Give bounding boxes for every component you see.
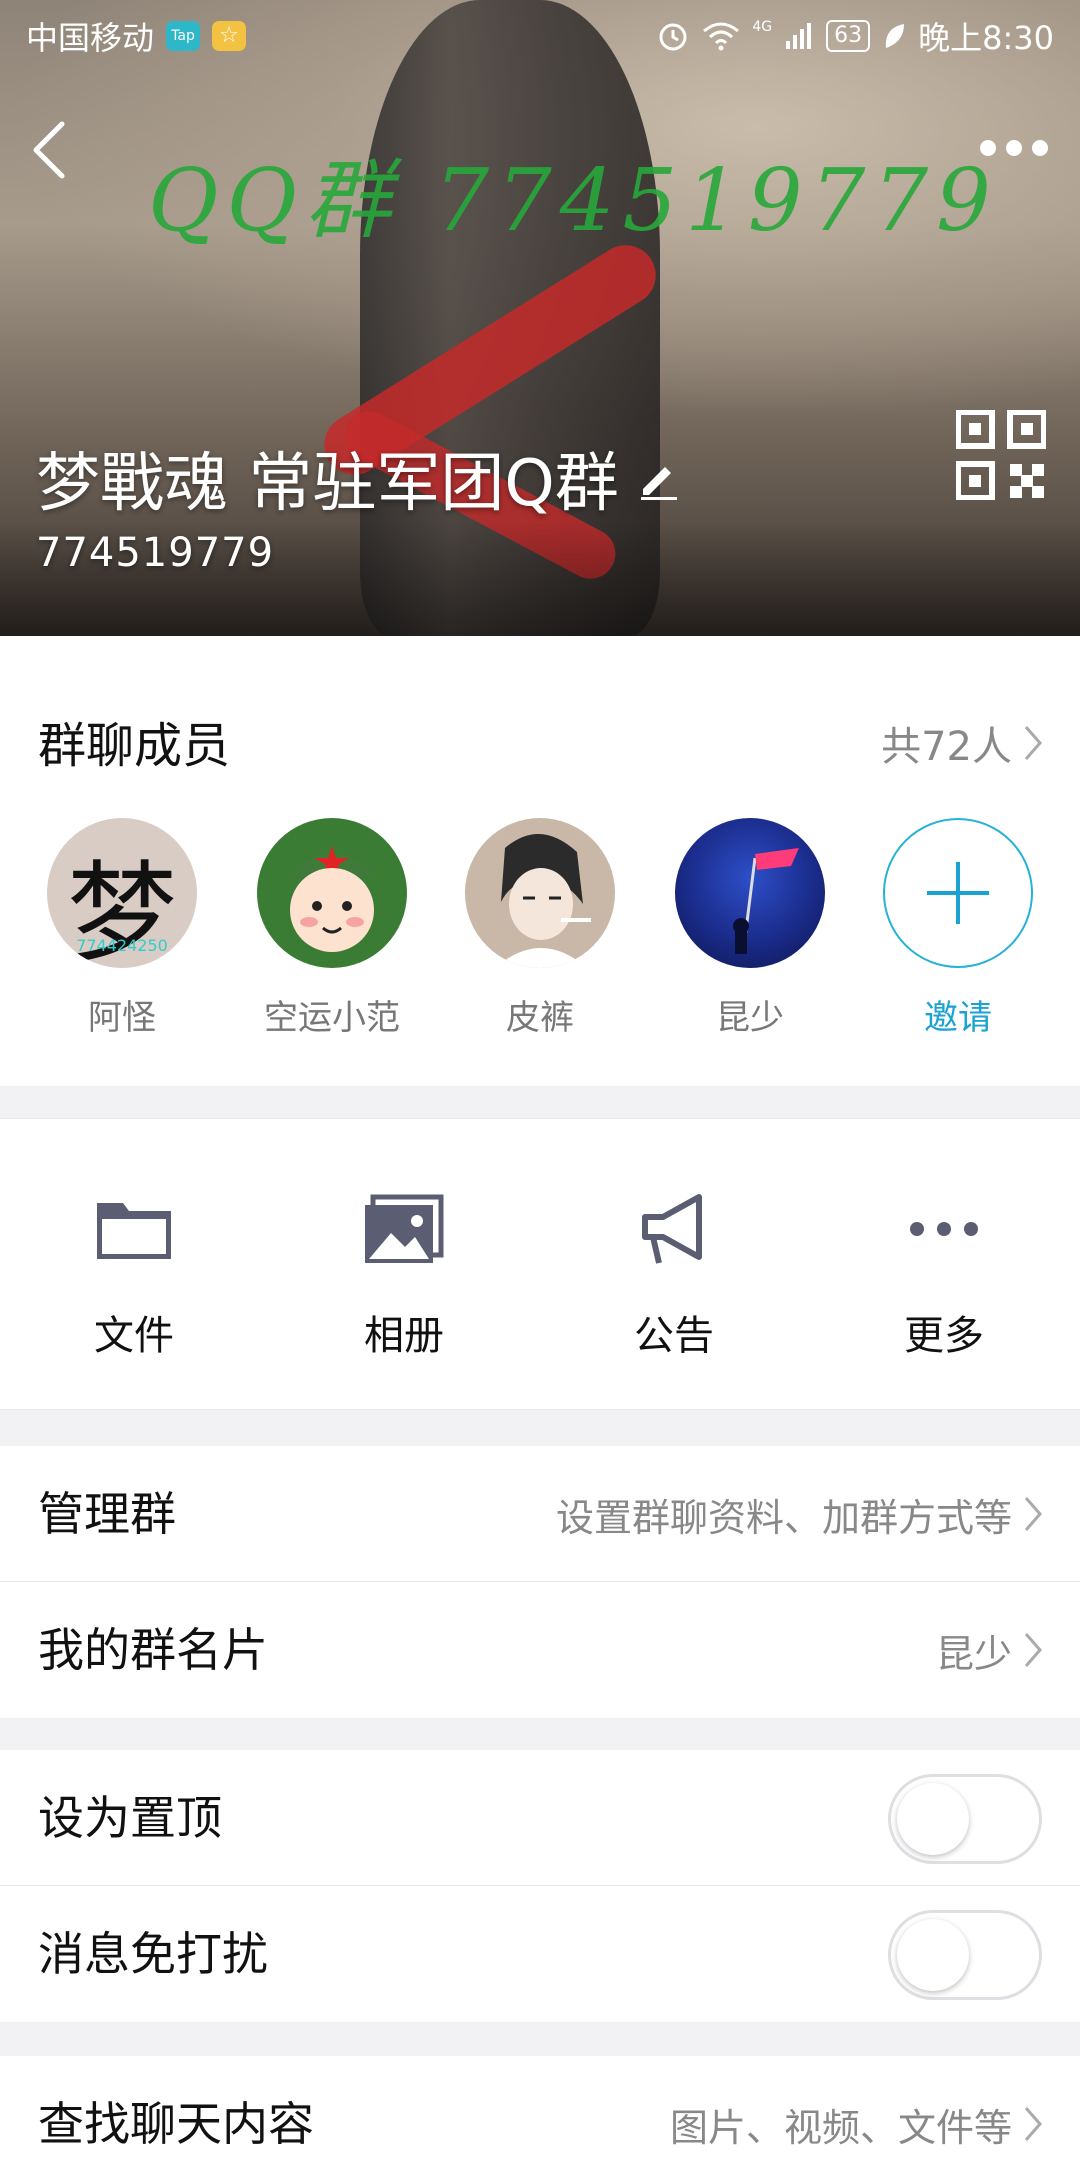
group-name: 梦戰魂 常驻军团Q群	[36, 432, 681, 524]
row-value: 设置群聊资料、加群方式等	[556, 1446, 1044, 1582]
pin-to-top-row: 设为置顶	[0, 1750, 1080, 1886]
member-item[interactable]: 昆少	[650, 818, 850, 1039]
group-cover: QQ群 774519779 中国移动 Tap ☆ 4G 63 晚上8:30 梦戰…	[0, 0, 1080, 636]
row-label: 查找聊天内容	[38, 2097, 314, 2151]
member-item[interactable]: 空运小范	[232, 818, 432, 1039]
row-value-text: 昆少	[935, 1631, 1012, 1676]
member-name: 皮裤	[506, 998, 574, 1038]
wifi-icon	[703, 22, 740, 51]
tools-section: 文件 相册 公告 更多	[0, 1118, 1080, 1410]
row-value: 图片、视频、文件等	[670, 2056, 1044, 2160]
members-title: 群聊成员	[38, 718, 231, 774]
member-name: 空运小范	[264, 998, 400, 1038]
row-value-text: 设置群聊资料、加群方式等	[555, 1495, 1012, 1540]
group-name-text: 梦戰魂 常驻军团Q群	[36, 447, 619, 521]
row-label: 设为置顶	[38, 1791, 222, 1845]
carrier-label: 中国移动	[26, 19, 155, 57]
megaphone-icon	[642, 1194, 702, 1264]
star-badge-icon: ☆	[212, 21, 247, 51]
avatar	[465, 818, 615, 968]
dot-icon	[1032, 140, 1048, 156]
members-section: 群聊成员 共72人 梦 774424250 阿怪 空运小范 皮裤 昆少 邀请	[0, 636, 1080, 1086]
more-icon	[910, 1222, 978, 1236]
row-label: 消息免打扰	[38, 1927, 268, 1981]
dot-icon	[1006, 140, 1022, 156]
row-label: 我的群名片	[38, 1623, 268, 1677]
group-number: 774519779	[36, 530, 275, 576]
invite-avatar	[883, 818, 1033, 968]
leaf-icon	[885, 24, 905, 48]
qr-code-button[interactable]	[956, 410, 1046, 500]
row-value: 昆少	[936, 1582, 1044, 1718]
tool-label: 公告	[634, 1313, 714, 1359]
announcement-button[interactable]: 公告	[574, 1189, 774, 1361]
manage-group-row[interactable]: 管理群 设置群聊资料、加群方式等	[0, 1446, 1080, 1582]
network-type-label: 4G	[752, 19, 773, 35]
chevron-right-icon	[1024, 1633, 1042, 1667]
do-not-disturb-toggle[interactable]	[888, 1910, 1042, 2000]
invite-member-button[interactable]: 邀请	[858, 818, 1058, 1039]
chevron-right-icon	[1024, 1497, 1042, 1531]
pin-to-top-toggle[interactable]	[888, 1774, 1042, 1864]
search-chat-row[interactable]: 查找聊天内容 图片、视频、文件等	[0, 2056, 1080, 2160]
plus-icon	[927, 862, 989, 924]
status-bar: 中国移动 Tap ☆ 4G 63 晚上8:30	[0, 0, 1080, 72]
album-icon	[365, 1194, 444, 1263]
cover-watermark-text: QQ群 774519779	[148, 151, 999, 251]
member-item[interactable]: 皮裤	[440, 818, 640, 1039]
toggle-knob	[897, 1919, 969, 1991]
anime-boy-avatar-icon	[495, 833, 591, 968]
my-group-card-row[interactable]: 我的群名片 昆少	[0, 1582, 1080, 1718]
tap-badge-icon: Tap	[166, 21, 201, 51]
more-tools-button[interactable]: 更多	[844, 1189, 1044, 1361]
clock-time: 晚上8:30	[918, 19, 1054, 57]
flag-night-avatar-icon	[733, 848, 799, 954]
members-count: 共72人	[881, 724, 1012, 770]
battery-indicator: 63	[826, 20, 871, 52]
row-value-text: 图片、视频、文件等	[669, 2105, 1012, 2150]
album-button[interactable]: 相册	[304, 1189, 504, 1361]
soldier-avatar-icon	[287, 846, 377, 952]
back-button[interactable]	[20, 110, 80, 190]
avatar	[675, 818, 825, 968]
member-avatar-list: 梦 774424250 阿怪 空运小范 皮裤 昆少 邀请	[0, 818, 1080, 1058]
toggle-knob	[897, 1783, 969, 1855]
alarm-icon	[659, 23, 687, 51]
member-name: 昆少	[716, 998, 784, 1038]
chevron-right-icon	[1024, 2107, 1042, 2141]
invite-label: 邀请	[924, 998, 992, 1038]
dot-icon	[980, 140, 996, 156]
avatar	[257, 818, 407, 968]
tool-label: 文件	[94, 1313, 174, 1359]
member-item[interactable]: 梦 774424250 阿怪	[22, 818, 222, 1039]
more-options-button[interactable]	[980, 128, 1060, 168]
members-count-link[interactable]: 共72人	[881, 714, 1044, 772]
folder-icon	[97, 1203, 171, 1259]
chevron-right-icon	[1024, 726, 1042, 760]
do-not-disturb-row: 消息免打扰	[0, 1886, 1080, 2022]
files-button[interactable]: 文件	[34, 1189, 234, 1361]
signal-icon	[786, 23, 812, 49]
avatar-number: 774424250	[76, 936, 168, 955]
member-name: 阿怪	[88, 998, 156, 1038]
row-label: 管理群	[38, 1487, 176, 1541]
tool-label: 更多	[904, 1313, 984, 1359]
edit-name-icon[interactable]	[635, 455, 681, 501]
tool-label: 相册	[364, 1313, 444, 1359]
avatar: 梦 774424250	[47, 818, 197, 968]
